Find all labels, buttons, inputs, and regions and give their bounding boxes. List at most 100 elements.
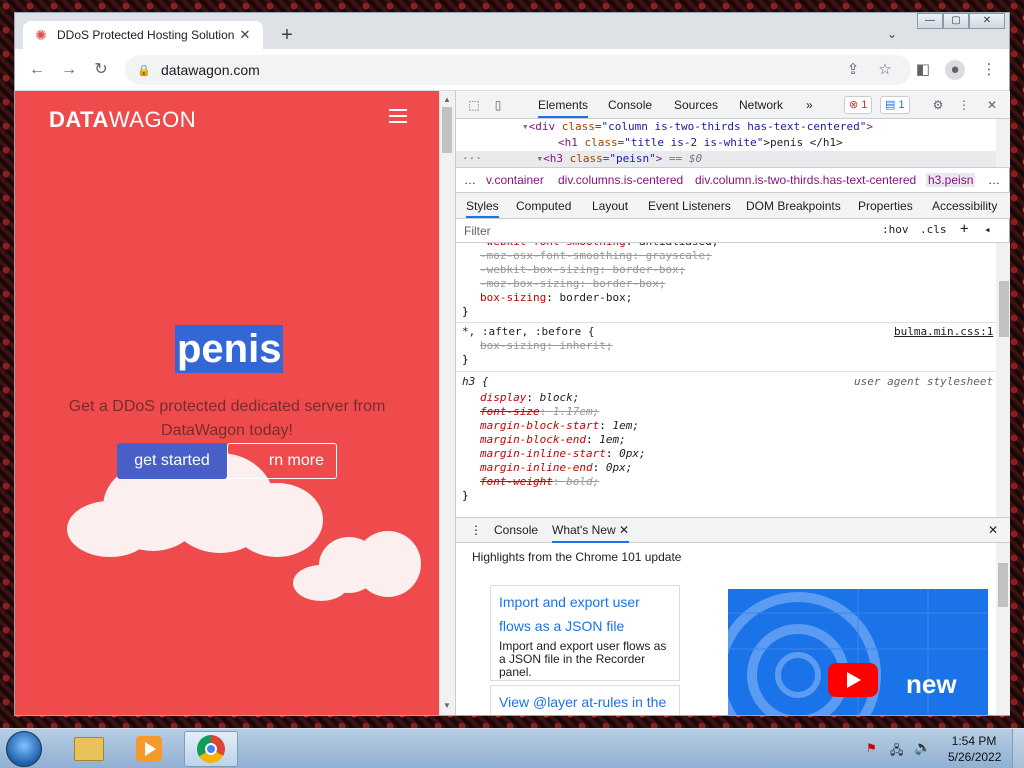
dom-node[interactable]: <h1 class="title is-2 is-white">penis </… xyxy=(456,135,996,151)
close-devtools-icon[interactable]: ✕ xyxy=(984,97,1000,113)
devtools-menu-icon[interactable]: ⋮ xyxy=(956,97,972,113)
side-panel-icon[interactable]: ◧ xyxy=(913,60,933,80)
drawer-tab-console[interactable]: Console xyxy=(494,523,538,537)
breadcrumb-ellipsis[interactable]: … xyxy=(464,173,476,187)
close-drawer-icon[interactable]: ✕ xyxy=(988,523,998,537)
network-icon[interactable]: 🖧 xyxy=(890,741,903,762)
tab-close-icon[interactable]: ✕ xyxy=(237,27,253,43)
tab-layout[interactable]: Layout xyxy=(592,199,628,213)
address-bar[interactable]: 🔒 datawagon.com xyxy=(125,55,911,85)
tab-dom-breakpoints[interactable]: DOM Breakpoints xyxy=(746,199,841,213)
video-caption: new xyxy=(906,669,957,699)
tab-accessibility[interactable]: Accessibility xyxy=(932,199,997,213)
css-declaration[interactable]: font-weight: bold; xyxy=(480,475,599,489)
tab-properties[interactable]: Properties xyxy=(858,199,913,213)
css-declaration[interactable]: -moz-osx-font-smoothing: grayscale; xyxy=(480,249,712,263)
chrome-taskbar-icon[interactable] xyxy=(184,731,238,767)
new-tab-button[interactable]: + xyxy=(277,25,297,45)
page-scrollbar[interactable] xyxy=(439,91,455,715)
drawer-scroll-thumb[interactable] xyxy=(998,563,1008,607)
volume-icon[interactable]: 🔊 xyxy=(914,739,931,756)
hamburger-menu-icon[interactable] xyxy=(389,109,407,123)
scroll-down-arrow-icon[interactable]: ▼ xyxy=(439,699,455,713)
css-declaration[interactable]: margin-inline-start: 0px; xyxy=(480,447,646,461)
youtube-play-button[interactable] xyxy=(828,663,878,697)
dom-node-selected[interactable]: ··· ▾<h3 class="peisn"> == $0 xyxy=(456,151,996,167)
close-window-button[interactable]: ✕ xyxy=(969,13,1005,29)
tab-event-listeners[interactable]: Event Listeners xyxy=(648,199,731,213)
feature-link[interactable]: View @layer at-rules in the xyxy=(499,690,671,714)
inspect-element-icon[interactable]: ⬚ xyxy=(466,97,482,113)
system-clock[interactable]: 1:54 PM 5/26/2022 xyxy=(948,733,1001,765)
tab-console[interactable]: Console xyxy=(608,98,652,112)
more-tabs-icon[interactable]: » xyxy=(806,98,813,112)
breadcrumb-item[interactable]: div.column.is-two-thirds.has-text-center… xyxy=(695,173,916,187)
breadcrumb-item[interactable]: div.columns.is-centered xyxy=(558,173,683,187)
minimize-button[interactable]: — xyxy=(917,13,943,29)
show-desktop-button[interactable] xyxy=(1012,729,1024,768)
breadcrumb-ellipsis[interactable]: … xyxy=(988,173,1000,187)
toggle-sidebar-icon[interactable]: ◂ xyxy=(984,223,991,236)
rule-selector[interactable]: *, :after, :before { xyxy=(462,325,594,339)
css-declaration[interactable]: box-sizing: border-box; xyxy=(480,291,632,305)
scroll-up-arrow-icon[interactable]: ▲ xyxy=(439,93,455,107)
tab-computed[interactable]: Computed xyxy=(516,199,571,213)
styles-subtabs: Styles Computed Layout Event Listeners D… xyxy=(456,193,1010,219)
class-toggle[interactable]: .cls xyxy=(920,223,947,236)
rule-close: } xyxy=(462,305,469,318)
bookmark-star-icon[interactable]: ☆ xyxy=(875,60,895,80)
tab-styles[interactable]: Styles xyxy=(466,199,499,218)
css-declaration[interactable]: margin-block-end: 1em; xyxy=(480,433,626,447)
tab-network[interactable]: Network xyxy=(739,98,783,112)
feature-card[interactable]: Import and export user flows as a JSON f… xyxy=(490,585,680,681)
dom-scrollbar[interactable] xyxy=(996,119,1010,167)
drawer-tab-whats-new[interactable]: What's New ✕ xyxy=(552,523,630,543)
browser-tab[interactable]: ✺ DDoS Protected Hosting Solution ✕ xyxy=(23,21,263,49)
tab-elements[interactable]: Elements xyxy=(538,98,589,118)
site-logo[interactable]: DATAWAGON xyxy=(49,107,196,133)
rule-source-link[interactable]: bulma.min.css:1 xyxy=(894,325,993,339)
share-icon[interactable]: ⇪ xyxy=(843,60,863,80)
hover-state-toggle[interactable]: :hov xyxy=(882,223,909,236)
css-declaration[interactable]: margin-block-start: 1em; xyxy=(480,419,639,433)
maximize-button[interactable]: ▢ xyxy=(943,13,969,29)
breadcrumb-item-selected[interactable]: h3.peisn xyxy=(926,173,976,187)
dom-tree: ▾<div class="column is-two-thirds has-te… xyxy=(456,119,996,167)
settings-gear-icon[interactable]: ⚙ xyxy=(930,97,946,113)
css-declaration[interactable]: -moz-box-sizing: border-box; xyxy=(480,277,665,291)
rule-selector[interactable]: h3 { xyxy=(462,375,489,389)
styles-scroll-thumb[interactable] xyxy=(999,281,1009,337)
styles-filter-input[interactable]: Filter xyxy=(464,224,491,238)
css-declaration[interactable]: font-size: 1.17em; xyxy=(480,405,599,419)
tab-search-chevron-icon[interactable]: ⌄ xyxy=(887,27,897,41)
reload-icon[interactable]: ↻ xyxy=(91,60,111,80)
get-started-button[interactable]: get started xyxy=(117,443,227,479)
back-arrow-icon[interactable]: ← xyxy=(27,60,47,80)
media-player-icon[interactable] xyxy=(122,731,176,767)
drawer-menu-icon[interactable]: ⋮ xyxy=(470,523,482,537)
page-scroll-thumb[interactable] xyxy=(442,107,452,153)
start-button-windows-icon[interactable] xyxy=(6,731,42,767)
learn-more-button[interactable]: rn more xyxy=(227,443,337,479)
tab-sources[interactable]: Sources xyxy=(674,98,718,112)
whats-new-headline: Highlights from the Chrome 101 update xyxy=(472,550,682,564)
action-center-flag-icon[interactable]: ⚑ xyxy=(866,741,877,755)
chrome-menu-icon[interactable]: ⋮ xyxy=(979,60,999,80)
feature-card[interactable]: View @layer at-rules in the xyxy=(490,685,680,715)
new-style-rule-icon[interactable]: + xyxy=(960,221,968,237)
css-declaration[interactable]: display: block; xyxy=(480,391,579,405)
feature-link[interactable]: Import and export user flows as a JSON f… xyxy=(499,590,671,638)
device-toolbar-icon[interactable]: ▯ xyxy=(490,97,506,113)
css-declaration[interactable]: box-sizing: inherit; xyxy=(480,339,612,353)
profile-avatar-icon[interactable]: ● xyxy=(945,60,965,80)
close-tab-icon[interactable]: ✕ xyxy=(619,523,629,537)
message-count-badge[interactable]: ▤ 1 xyxy=(880,96,910,114)
error-count-badge[interactable]: ⊗ 1 xyxy=(844,96,873,114)
whats-new-video-thumbnail[interactable]: new xyxy=(728,589,988,715)
breadcrumb-item[interactable]: v.container xyxy=(486,173,544,187)
css-declaration[interactable]: -webkit-box-sizing: border-box; xyxy=(480,263,685,277)
forward-arrow-icon[interactable]: → xyxy=(59,60,79,80)
dom-node[interactable]: ▾<div class="column is-two-thirds has-te… xyxy=(456,119,996,135)
file-explorer-icon[interactable] xyxy=(62,731,116,767)
css-declaration[interactable]: margin-inline-end: 0px; xyxy=(480,461,632,475)
